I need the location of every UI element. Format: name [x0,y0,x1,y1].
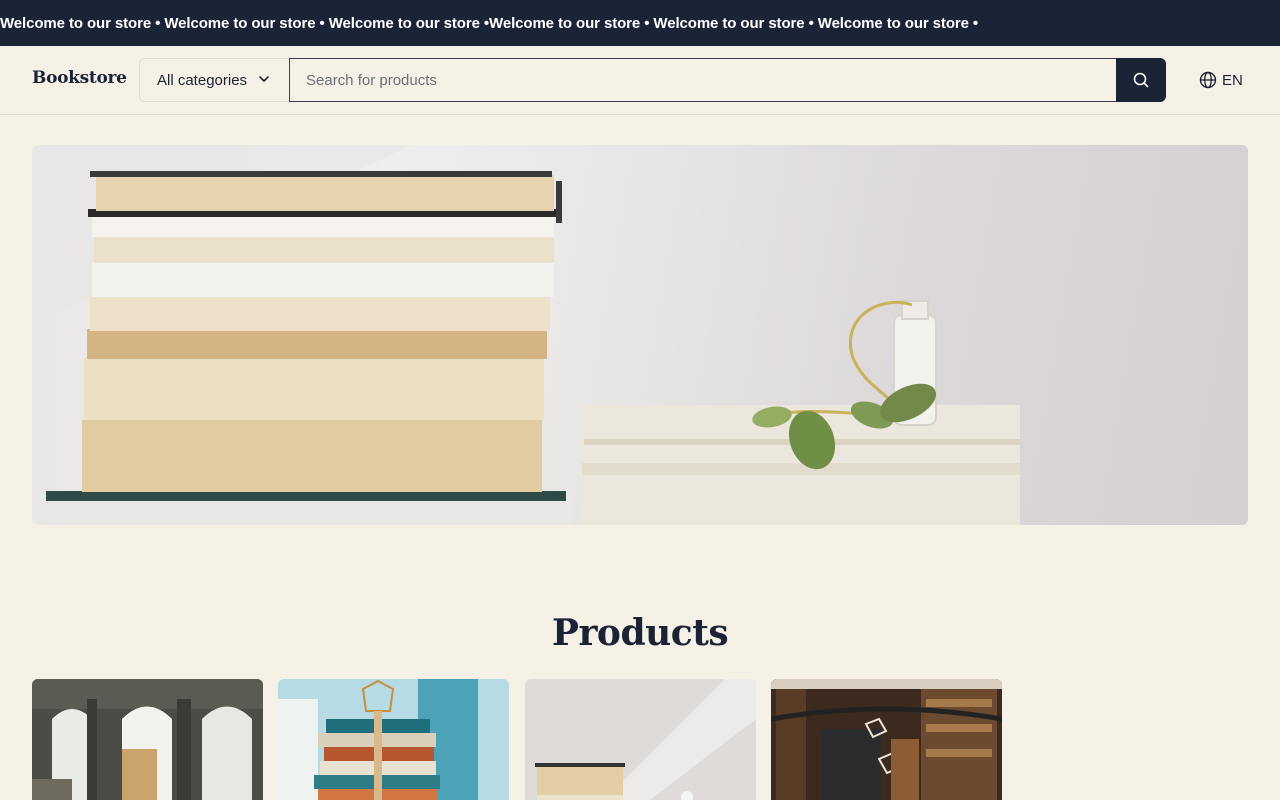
globe-icon [1199,71,1217,89]
product-card[interactable] [32,679,263,800]
search-button[interactable] [1116,58,1166,102]
language-selector[interactable]: EN [1199,71,1243,89]
site-header: Bookstore All categories EN [0,46,1280,115]
product-card[interactable] [525,679,756,800]
search-icon [1133,72,1149,88]
chevron-down-icon [259,76,269,82]
product-card[interactable] [771,679,1002,800]
product-image [278,679,509,800]
announcement-text: Welcome to our store • Welcome to our st… [0,14,979,32]
products-section-title: Products [551,612,729,654]
category-select[interactable]: All categories [139,58,290,102]
product-image [525,679,756,800]
product-image [32,679,263,800]
product-card[interactable] [278,679,509,800]
brand-logo[interactable]: Bookstore [32,68,127,88]
category-select-label: All categories [157,71,248,89]
product-image [771,679,1002,800]
search-input[interactable] [289,58,1117,102]
language-label: EN [1222,71,1243,89]
announcement-bar: Welcome to our store • Welcome to our st… [0,0,1280,46]
books-and-plant-photo [32,145,1020,525]
hero-banner-image [32,145,1248,525]
